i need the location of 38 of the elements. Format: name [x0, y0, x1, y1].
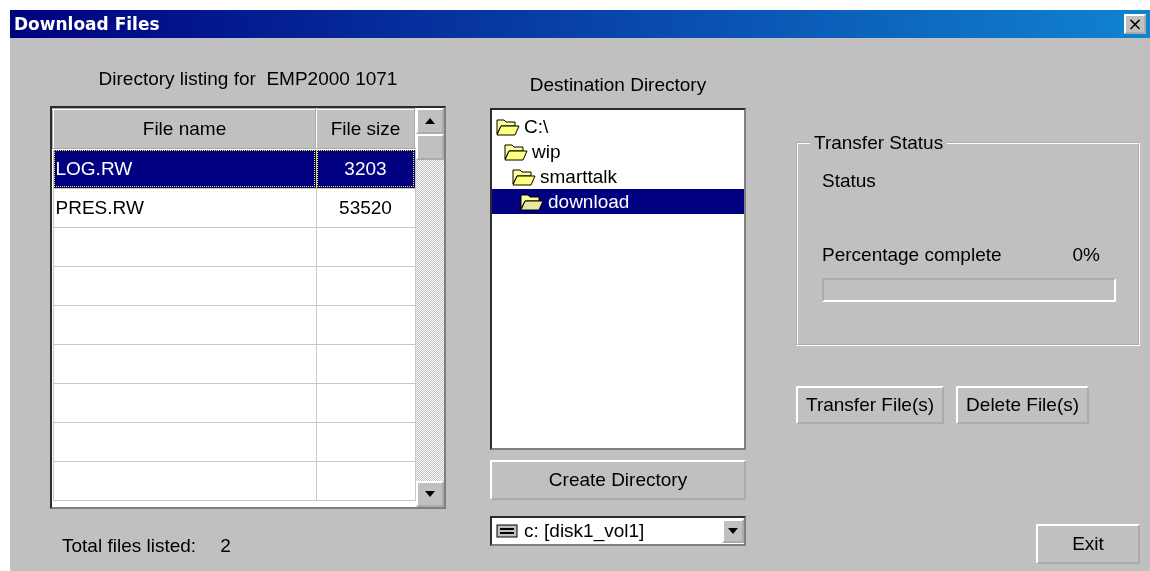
total-count: 2	[220, 535, 231, 557]
table-cell: LOG.RW	[53, 149, 316, 188]
scroll-down-button[interactable]	[416, 481, 444, 507]
tree-item[interactable]: wip	[492, 139, 744, 164]
total-label: Total files listed:	[62, 535, 197, 557]
drive-icon	[496, 524, 518, 538]
drive-dropdown[interactable]: c: [disk1_vol1]	[490, 516, 746, 546]
folder-icon	[520, 192, 544, 211]
exit-button[interactable]: Exit	[1036, 524, 1140, 564]
down-arrow-icon	[425, 491, 435, 497]
file-row[interactable]: PRES.RW 53520	[53, 188, 415, 227]
status-label: Status	[822, 170, 877, 192]
action-button[interactable]: Delete File(s)	[956, 386, 1090, 424]
folder-icon	[512, 167, 536, 186]
tree-item[interactable]: download	[492, 189, 744, 214]
create-directory-button[interactable]: Create Directory	[490, 460, 746, 500]
table-cell: 3203	[316, 149, 415, 188]
percentage-value: 0%	[1072, 244, 1100, 266]
file-row[interactable]: LOG.RW 3203	[53, 149, 415, 188]
column-header[interactable]: File size	[316, 109, 415, 149]
percentage-label: Percentage complete	[822, 244, 1002, 266]
window-title: Download Files	[14, 14, 160, 34]
tree-item[interactable]: smarttalk	[492, 164, 744, 189]
table-cell: PRES.RW	[53, 188, 316, 227]
listing-label: Directory listing for EMP2000 1071	[98, 68, 398, 89]
scrollbar[interactable]	[416, 108, 444, 507]
caret-icon	[728, 528, 738, 534]
folder-icon	[504, 142, 528, 161]
action-button[interactable]: Transfer File(s)	[796, 386, 945, 424]
column-header[interactable]: File name	[53, 109, 316, 149]
scroll-up-button[interactable]	[416, 108, 444, 134]
close-button[interactable]: ×	[1124, 14, 1146, 34]
scroll-thumb[interactable]	[416, 134, 444, 160]
table-cell: 53520	[316, 188, 415, 227]
destination-label: Destination Directory	[529, 74, 707, 95]
up-arrow-icon	[425, 118, 435, 124]
folder-icon	[496, 117, 520, 136]
tree-item[interactable]: C:\	[492, 114, 744, 139]
